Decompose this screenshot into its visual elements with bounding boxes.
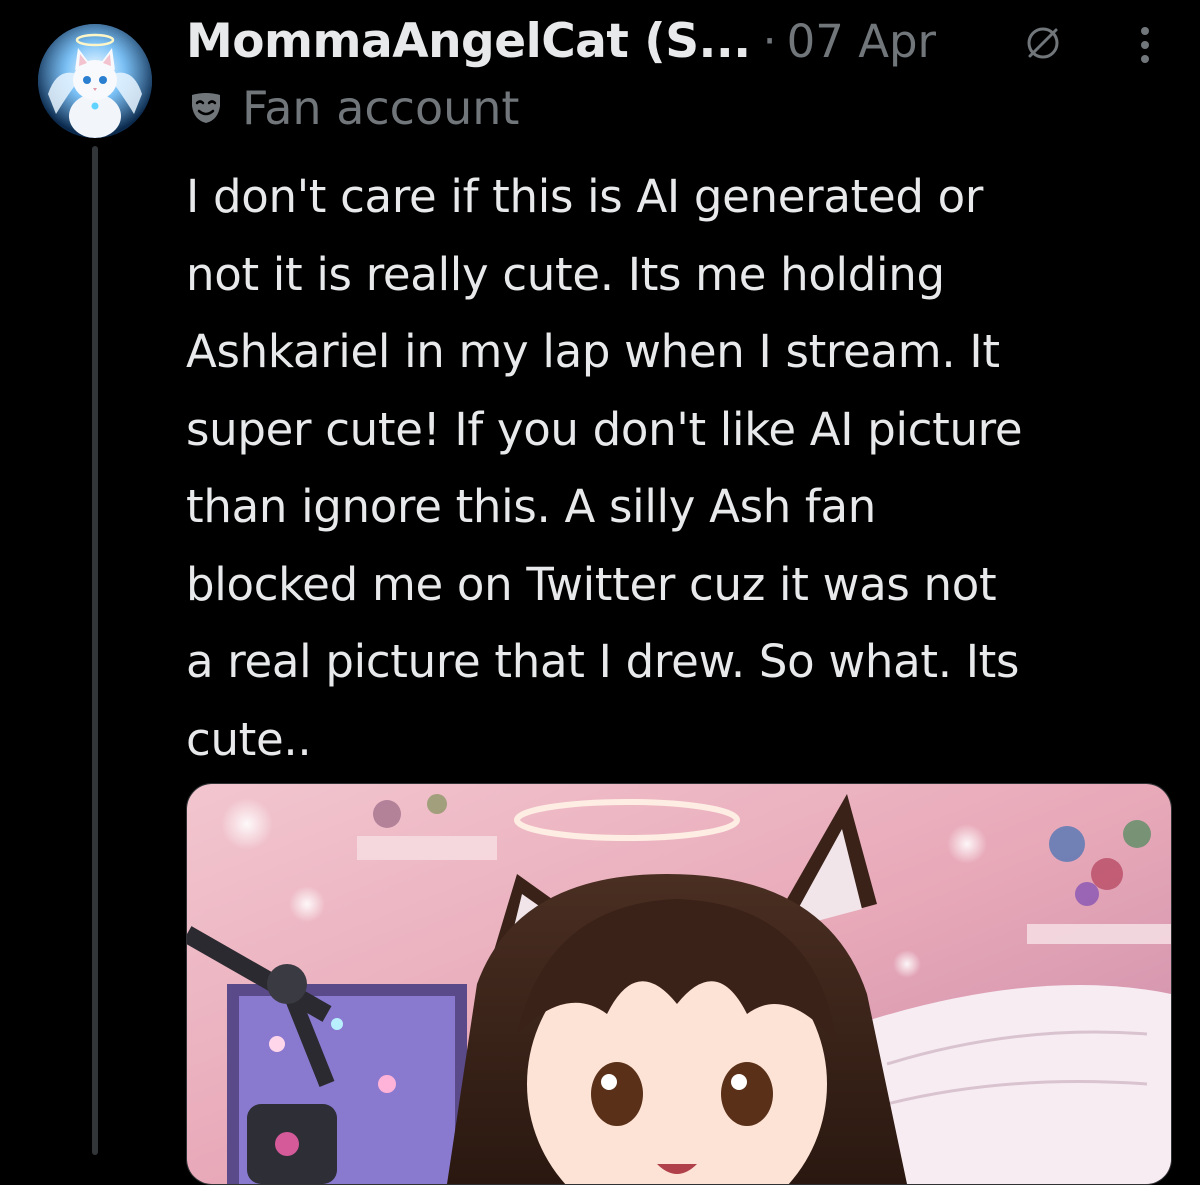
thread-line [92, 146, 98, 1155]
tweet-media-image[interactable] [186, 783, 1172, 1185]
separator-dot: · [762, 15, 777, 67]
tweet-text-line: a real picture that I drew. So what. Its [186, 635, 1020, 688]
tweet-text-line: blocked me on Twitter cuz it was not [186, 557, 997, 611]
author-avatar[interactable] [38, 24, 152, 138]
tweet[interactable]: MommaAngelCat (S... · 07 Apr Fan account… [0, 0, 1200, 1185]
post-date[interactable]: 07 Apr [787, 15, 936, 68]
anime-catgirl-image [187, 784, 1171, 1184]
tweet-text-line: Ashkariel in my lap when I stream. It [186, 325, 1000, 378]
tweet-text-line: than ignore this. A silly Ash fan [186, 480, 876, 533]
tweet-text: I don't care if this is AI generated or … [186, 158, 1176, 778]
mask-icon [192, 93, 220, 123]
tweet-text-line: not it is really cute. Its me holding [186, 247, 945, 301]
tweet-text-line: I don't care if this is AI generated or [186, 170, 984, 223]
tweet-text-line: cute.. [186, 712, 312, 766]
angel-cat-avatar-icon [38, 24, 152, 138]
fan-account-label: Fan account [242, 81, 520, 135]
automated-label[interactable]: Fan account [188, 78, 519, 138]
more-vertical-icon[interactable] [1128, 20, 1162, 70]
ban-icon [1027, 27, 1059, 59]
tweet-header: MommaAngelCat (S... · 07 Apr [186, 6, 936, 76]
author-display-name[interactable]: MommaAngelCat (S... [186, 14, 751, 69]
tweet-text-line: super cute! If you don't like AI picture [186, 402, 1023, 456]
